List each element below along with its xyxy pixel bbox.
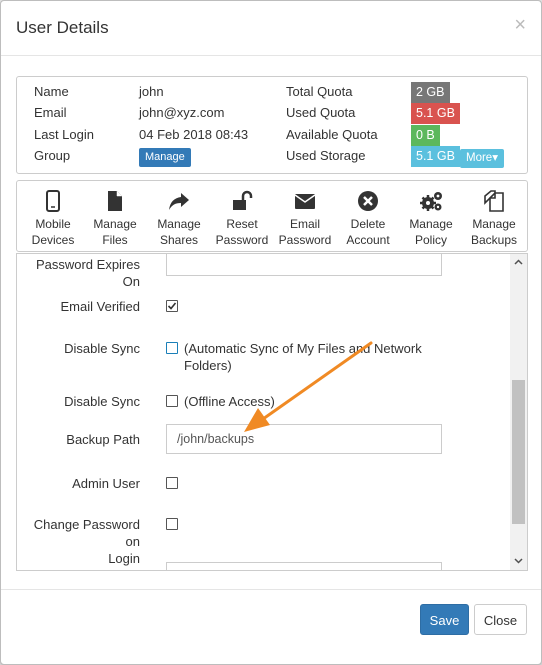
tool-label-line1: Delete	[350, 217, 386, 231]
info-row-email: Email john@xyz.com Used Quota 5.1 GB	[17, 102, 527, 124]
user-info-panel: Name john Total Quota 2 GB Email john@xy…	[16, 76, 528, 174]
used-storage-badge: 5.1 GB	[411, 146, 460, 167]
tool-label-line2: Files	[102, 233, 128, 247]
name-label: Name	[34, 84, 69, 99]
admin-user-label: Admin User	[72, 476, 140, 491]
available-quota-label: Available Quota	[286, 127, 378, 142]
group-label: Group	[34, 148, 71, 163]
file-icon	[108, 191, 122, 211]
info-row-last-login: Last Login 04 Feb 2018 08:43 Available Q…	[17, 124, 527, 146]
modal-footer-divider	[1, 589, 541, 590]
last-login-label: Last Login	[34, 127, 94, 142]
disable-sync-offline-label: Disable Sync	[64, 394, 140, 409]
disable-sync-text-line2: Folders)	[184, 358, 232, 373]
modal-title: User Details	[16, 18, 109, 37]
change-password-checkbox[interactable]	[166, 518, 178, 530]
mobile-devices-button[interactable]: Mobile Devices	[22, 181, 84, 251]
tool-label-line1: Manage	[409, 217, 453, 231]
email-password-button[interactable]: Email Password	[274, 181, 336, 251]
scroll-down-icon[interactable]	[514, 556, 523, 565]
email-verified-label: Email Verified	[60, 299, 140, 314]
email-value: john@xyz.com	[139, 105, 225, 120]
manage-policy-button[interactable]: Manage Policy	[400, 181, 462, 251]
user-settings-form[interactable]: Password Expires On Email Verified Disab…	[16, 253, 528, 571]
change-password-label-line1: Change Password on	[33, 517, 140, 549]
disable-sync-text-line1: (Automatic Sync of My Files and Network	[184, 341, 422, 356]
partial-field[interactable]	[166, 562, 442, 570]
modal-header: User Details ×	[1, 1, 541, 56]
email-verified-checkbox[interactable]	[166, 300, 178, 312]
tool-label-line2: Password	[215, 233, 269, 247]
tool-label-line1: Manage	[93, 217, 137, 231]
scroll-thumb[interactable]	[512, 380, 525, 524]
scroll-up-icon[interactable]	[514, 258, 523, 267]
manage-backups-button[interactable]: Manage Backups	[463, 181, 525, 251]
tool-label-line2: Password	[278, 233, 332, 247]
change-password-label: Change Password on Login	[17, 516, 140, 567]
mobile-icon	[46, 190, 60, 212]
save-button[interactable]: Save	[420, 604, 469, 635]
form-scrollbar[interactable]	[510, 254, 527, 570]
close-button[interactable]: Close	[474, 604, 527, 635]
reset-password-button[interactable]: Reset Password	[211, 181, 273, 251]
name-value: john	[139, 84, 164, 99]
last-login-value: 04 Feb 2018 08:43	[139, 127, 249, 142]
tool-label-line1: Manage	[157, 217, 201, 231]
manage-shares-button[interactable]: Manage Shares	[148, 181, 210, 251]
tool-label-line1: Mobile	[35, 217, 71, 231]
used-quota-label: Used Quota	[286, 105, 356, 120]
tool-label-line2: Backups	[470, 233, 518, 247]
close-icon[interactable]: ×	[514, 15, 526, 35]
envelope-icon	[294, 194, 316, 209]
email-label: Email	[34, 105, 67, 120]
tool-label-line2: Devices	[31, 233, 75, 247]
info-row-group: Group Manage Used Storage 5.1 GB More▾	[17, 145, 527, 168]
disable-sync-checkbox[interactable]	[166, 342, 178, 354]
used-quota-badge: 5.1 GB	[411, 103, 460, 124]
tool-label-line2: Shares	[159, 233, 199, 247]
available-quota-badge: 0 B	[411, 125, 440, 146]
manage-files-button[interactable]: Manage Files	[84, 181, 146, 251]
change-password-label-line2: Login	[108, 551, 140, 566]
user-details-modal: User Details × Name john Total Quota 2 G…	[0, 0, 542, 665]
disable-sync-offline-text: (Offline Access)	[184, 394, 275, 409]
tool-label-line1: Manage	[472, 217, 516, 231]
more-button[interactable]: More▾	[460, 149, 504, 168]
share-icon	[169, 193, 189, 210]
tool-label-line1: Email	[289, 217, 320, 231]
disable-sync-offline-checkbox[interactable]	[166, 395, 178, 407]
tool-label-line1: Reset	[226, 217, 258, 231]
total-quota-badge: 2 GB	[411, 82, 450, 103]
unlock-icon	[233, 190, 253, 210]
tool-label-line2: Account	[346, 233, 390, 247]
delete-account-button[interactable]: Delete Account	[337, 181, 399, 251]
total-quota-label: Total Quota	[286, 84, 353, 99]
copy-icon	[484, 190, 504, 212]
info-row-name: Name john Total Quota 2 GB	[17, 81, 527, 103]
manage-group-button[interactable]: Manage	[139, 148, 191, 167]
delete-icon	[358, 191, 378, 211]
password-expires-field[interactable]	[166, 254, 442, 276]
admin-user-checkbox[interactable]	[166, 477, 178, 489]
gears-icon	[420, 192, 442, 211]
password-expires-label: Password Expires On	[35, 257, 140, 289]
backup-path-label: Backup Path	[66, 432, 140, 447]
disable-sync-description: (Automatic Sync of My Files and Network F…	[184, 340, 422, 374]
used-storage-label: Used Storage	[286, 148, 366, 163]
tool-label-line2: Policy	[414, 233, 447, 247]
disable-sync-label: Disable Sync	[64, 341, 140, 356]
user-actions-toolbar: Mobile Devices Manage Files Manage Shares R…	[16, 180, 528, 252]
check-icon	[167, 302, 177, 310]
backup-path-field[interactable]	[166, 424, 442, 454]
